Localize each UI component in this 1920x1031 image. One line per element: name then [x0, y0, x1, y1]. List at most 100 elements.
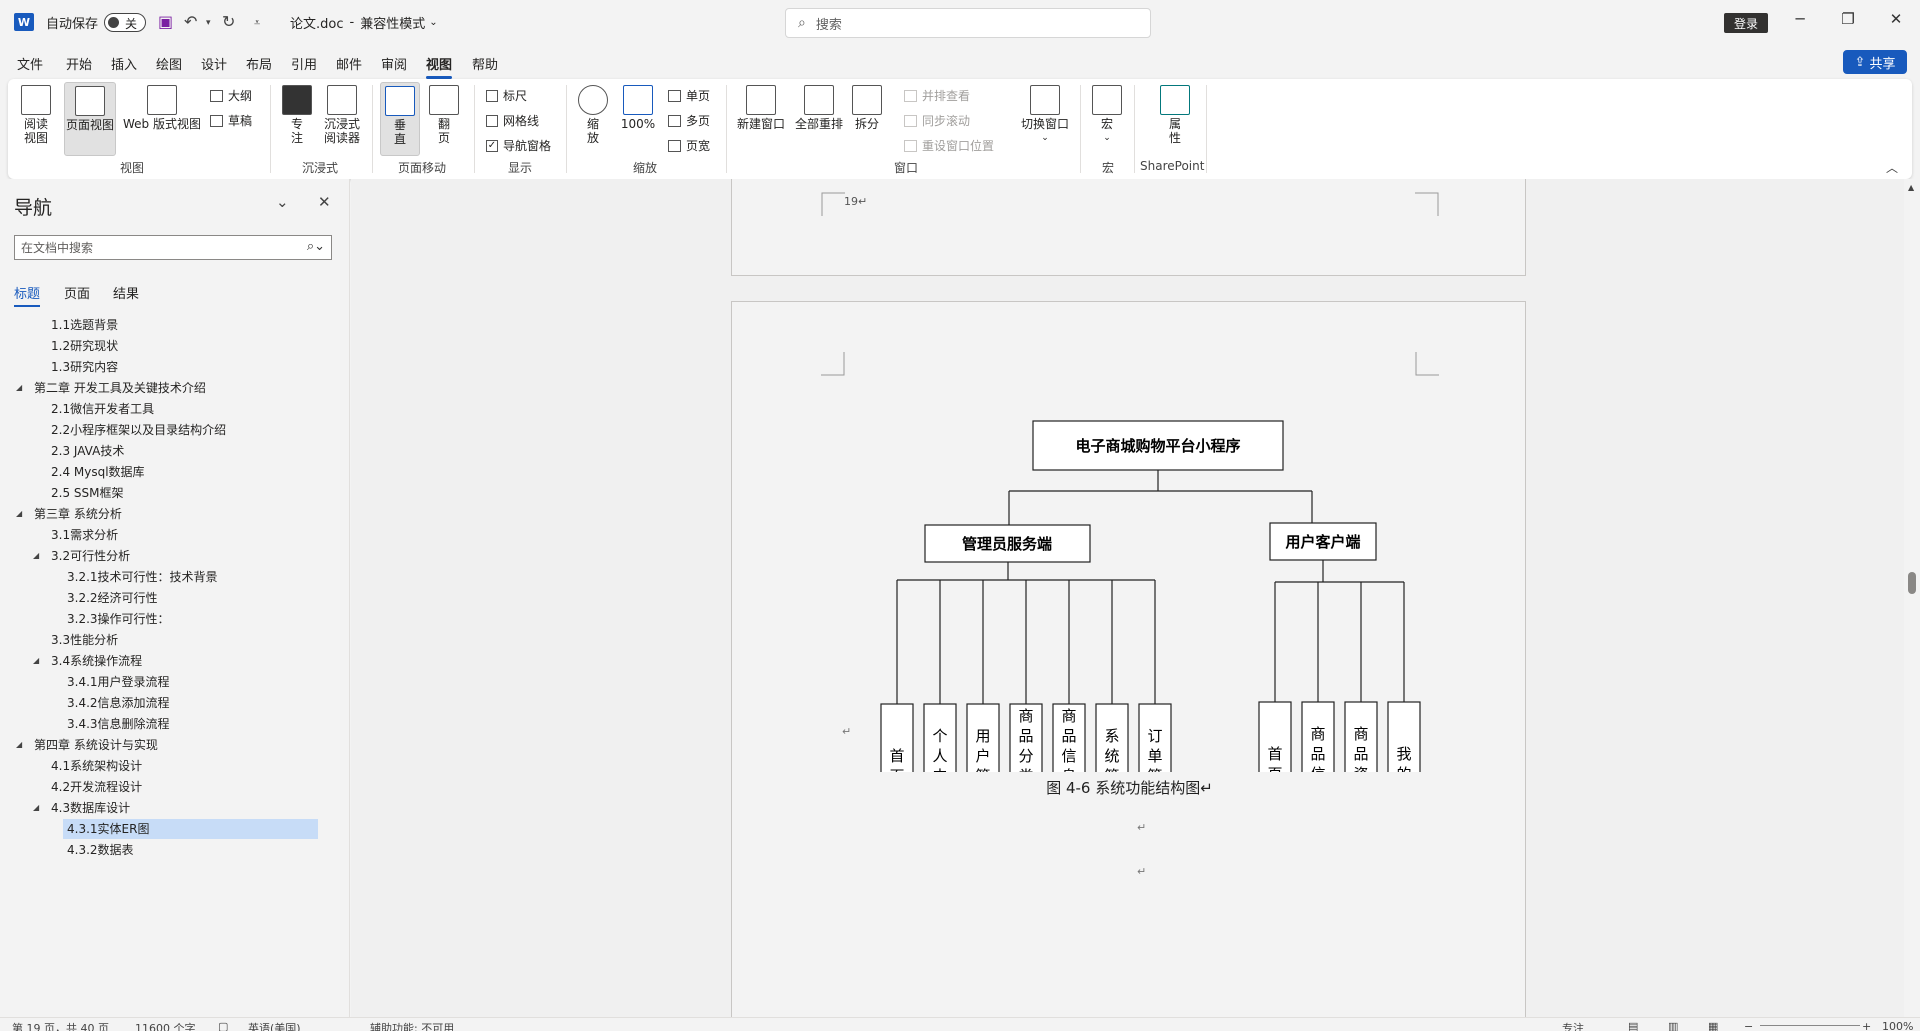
search-icon[interactable]: ⌕⌄ [307, 239, 325, 254]
nav-heading-item[interactable]: 2.5 SSM框架 [47, 483, 124, 503]
page-count[interactable]: 第 19 页，共 40 页 [12, 1020, 109, 1031]
nav-search-input[interactable]: 在文档中搜索 ⌕⌄ [14, 235, 332, 260]
nav-heading-item[interactable]: 4.3.2数据表 [63, 840, 134, 860]
collapse-triangle-icon[interactable]: ◢ [33, 798, 39, 818]
gridlines-checkbox[interactable]: 网格线 [486, 112, 539, 129]
tab-review[interactable]: 审阅 [381, 54, 407, 73]
tab-pages[interactable]: 页面 [64, 283, 90, 302]
arrange-all-button[interactable]: 全部重排 [792, 85, 846, 131]
side-to-side-button[interactable]: 翻 页 [426, 85, 462, 145]
web-layout-icon[interactable]: ▦ [1708, 1020, 1718, 1031]
customize-qat-icon[interactable]: ⩡ [254, 16, 260, 30]
word-count[interactable]: 11600 个字 [135, 1020, 196, 1031]
nav-heading-item[interactable]: 4.1系统架构设计 [47, 756, 142, 776]
print-layout-icon[interactable]: ▥ [1668, 1020, 1678, 1031]
zoom-in-icon[interactable]: + [1862, 1020, 1871, 1031]
nav-heading-item[interactable]: ◢ 4.3数据库设计 [33, 798, 130, 818]
web-layout-button[interactable]: Web 版式视图 [120, 85, 204, 131]
tab-file[interactable]: 文件 [17, 54, 43, 73]
collapse-triangle-icon[interactable]: ◢ [16, 378, 22, 398]
nav-heading-item[interactable]: 2.2小程序框架以及目录结构介绍 [47, 420, 226, 440]
nav-heading-item[interactable]: 4.2开发流程设计 [47, 777, 142, 797]
new-window-button[interactable]: 新建窗口 [734, 85, 788, 131]
nav-heading-item[interactable]: 3.2.3操作可行性： [63, 609, 170, 629]
ruler-checkbox[interactable]: 标尺 [486, 87, 527, 104]
nav-heading-item[interactable]: 3.4.1用户登录流程 [63, 672, 170, 692]
view-side-by-side-button[interactable]: 并排查看 [904, 87, 970, 104]
nav-heading-item[interactable]: ◢ 3.2可行性分析 [33, 546, 130, 566]
zoom-100-button[interactable]: 100% [620, 85, 656, 131]
tab-home[interactable]: 开始 [66, 54, 92, 73]
nav-heading-item[interactable]: 1.2研究现状 [47, 336, 118, 356]
scroll-up-icon[interactable]: ▲ [1908, 183, 1914, 192]
tab-view[interactable]: 视图 [426, 54, 453, 79]
macros-button[interactable]: 宏 ⌄ [1090, 85, 1124, 145]
search-input[interactable]: ⌕ 搜索 [785, 8, 1151, 38]
nav-heading-item[interactable]: 2.4 Mysql数据库 [47, 462, 145, 482]
print-layout-button[interactable]: 页面视图 [64, 82, 116, 156]
tab-insert[interactable]: 插入 [111, 54, 137, 73]
nav-heading-item[interactable]: ◢ 第二章 开发工具及关键技术介绍 [16, 378, 206, 398]
one-page-button[interactable]: 单页 [668, 87, 710, 104]
sync-scroll-button[interactable]: 同步滚动 [904, 112, 970, 129]
read-mode-icon[interactable]: ▤ [1628, 1020, 1638, 1031]
tab-layout[interactable]: 布局 [246, 54, 272, 73]
split-button[interactable]: 拆分 [850, 85, 884, 131]
zoom-slider[interactable] [1760, 1025, 1860, 1026]
nav-heading-item[interactable]: 3.3性能分析 [47, 630, 118, 650]
tab-design[interactable]: 设计 [201, 54, 227, 73]
collapse-triangle-icon[interactable]: ◢ [33, 651, 39, 671]
tab-draw[interactable]: 绘图 [156, 54, 182, 73]
tab-help[interactable]: 帮助 [472, 54, 498, 73]
collapse-triangle-icon[interactable]: ◢ [16, 504, 22, 524]
nav-heading-item[interactable]: 3.2.1技术可行性：技术背景 [63, 567, 218, 587]
accessibility-status[interactable]: 辅助功能: 不可用 [370, 1020, 454, 1031]
zoom-button[interactable]: 缩 放 [578, 85, 608, 145]
chevron-down-icon[interactable]: ⌄ [429, 17, 437, 28]
proofing-icon[interactable]: ▢ [218, 1020, 228, 1031]
collapse-triangle-icon[interactable]: ◢ [33, 546, 39, 566]
share-button[interactable]: ⇪ 共享 [1843, 50, 1907, 74]
multiple-pages-button[interactable]: 多页 [668, 112, 710, 129]
vertical-scrollbar[interactable]: ▲ [1904, 179, 1920, 1017]
compat-mode[interactable]: 兼容性模式 [360, 13, 425, 32]
vertical-button[interactable]: 垂 直 [380, 82, 420, 156]
nav-heading-item[interactable]: 4.3.1实体ER图 [63, 819, 318, 839]
reset-window-button[interactable]: 重设窗口位置 [904, 137, 994, 154]
tab-headings[interactable]: 标题 [14, 283, 41, 307]
login-button[interactable]: 登录 [1724, 13, 1768, 33]
read-view-button[interactable]: 阅读 视图 [20, 85, 52, 145]
undo-icon[interactable]: ↶ [184, 12, 197, 31]
nav-heading-item[interactable]: 3.1需求分析 [47, 525, 118, 545]
nav-heading-item[interactable]: 3.4.3信息删除流程 [63, 714, 170, 734]
close-icon[interactable]: ✕ [1884, 10, 1908, 28]
immersive-reader-button[interactable]: 沉浸式 阅读器 [320, 85, 364, 145]
outline-button[interactable]: 大纲 [210, 87, 252, 104]
undo-dropdown-icon[interactable]: ▾ [206, 18, 211, 28]
focus-mode-button[interactable]: 专注 [1562, 1020, 1584, 1031]
nav-heading-item[interactable]: 1.1选题背景 [47, 315, 118, 335]
zoom-out-icon[interactable]: − [1744, 1020, 1753, 1031]
nav-heading-item[interactable]: 2.3 JAVA技术 [47, 441, 124, 461]
nav-heading-item[interactable]: 3.4.2信息添加流程 [63, 693, 170, 713]
nav-options-icon[interactable]: ⌄ [276, 193, 289, 211]
focus-button[interactable]: 专 注 [282, 85, 312, 145]
properties-button[interactable]: 属 性 [1158, 85, 1192, 145]
page-width-button[interactable]: 页宽 [668, 137, 710, 154]
tab-results[interactable]: 结果 [113, 283, 139, 302]
collapse-ribbon-icon[interactable]: ︿ [1886, 159, 1898, 176]
tab-references[interactable]: 引用 [291, 54, 317, 73]
nav-heading-item[interactable]: ◢ 第四章 系统设计与实现 [16, 735, 158, 755]
scroll-thumb[interactable] [1908, 572, 1916, 594]
nav-heading-item[interactable]: 3.2.2经济可行性 [63, 588, 158, 608]
nav-heading-item[interactable]: ◢ 3.4系统操作流程 [33, 651, 142, 671]
nav-heading-item[interactable]: 2.1微信开发者工具 [47, 399, 154, 419]
language[interactable]: 英语(美国) [248, 1020, 301, 1031]
tab-mailings[interactable]: 邮件 [336, 54, 362, 73]
save-icon[interactable]: ▣ [158, 12, 173, 31]
nav-heading-item[interactable]: 1.3研究内容 [47, 357, 118, 377]
nav-heading-item[interactable]: ◢ 第三章 系统分析 [16, 504, 122, 524]
minimize-icon[interactable]: ─ [1788, 10, 1812, 28]
switch-windows-button[interactable]: 切换窗口 ⌄ [1018, 85, 1072, 145]
restore-icon[interactable]: ❐ [1836, 10, 1860, 28]
